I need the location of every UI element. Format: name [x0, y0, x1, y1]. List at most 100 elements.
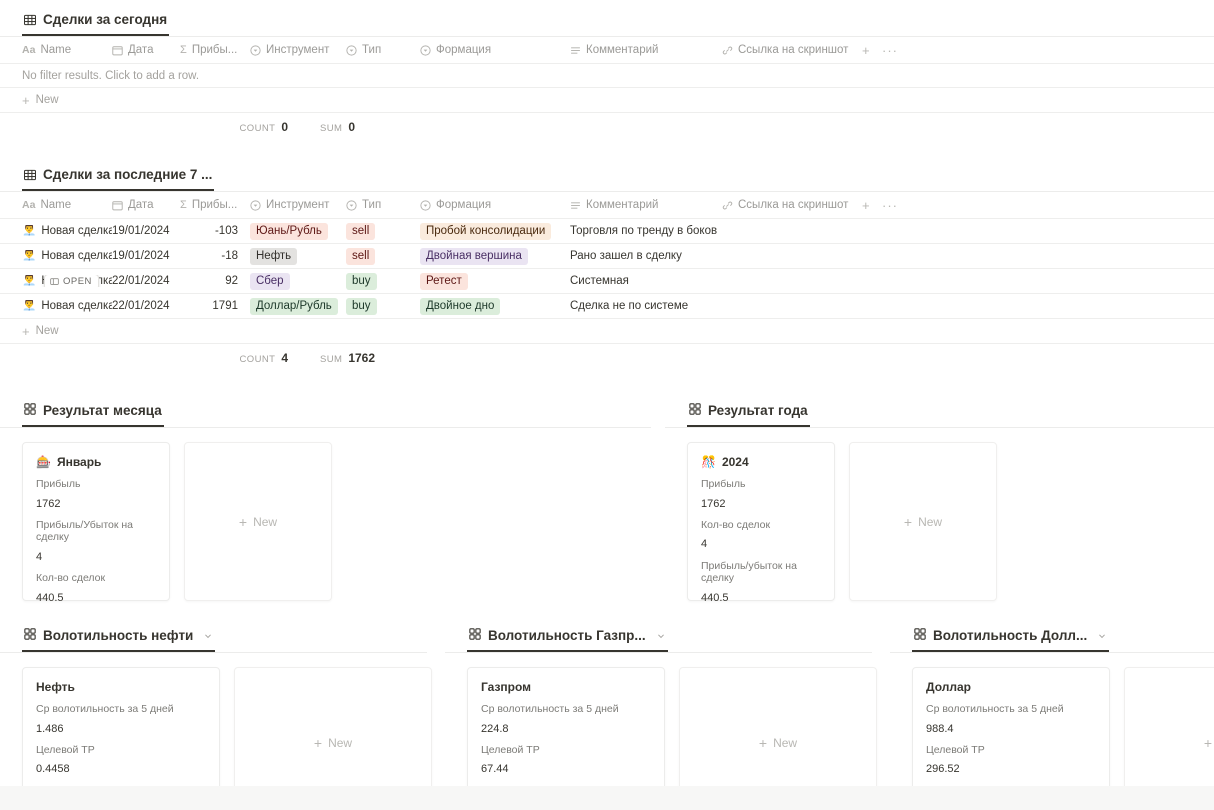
row-date[interactable]: 19/01/2024	[112, 225, 180, 237]
row-name-cell[interactable]: 👨‍💼 Новая сделка	[0, 250, 112, 262]
column-header-profit[interactable]: Σ Прибы...	[180, 44, 250, 56]
column-label: Формация	[436, 44, 492, 56]
column-label: Name	[40, 44, 72, 56]
confetti-emoji-icon: 🎊	[701, 455, 716, 469]
column-header-type[interactable]: Тип	[346, 44, 420, 56]
column-header-comment[interactable]: Комментарий	[570, 199, 722, 211]
column-header-comment[interactable]: Комментарий	[570, 44, 722, 56]
slot-machine-emoji-icon: 🎰	[36, 455, 51, 469]
row-formation[interactable]: Двойная вершина	[420, 247, 570, 265]
add-column-button[interactable]: +	[862, 43, 882, 58]
row-name-cell[interactable]: 👨‍💼 Новая сделка OPEN	[0, 275, 112, 287]
row-instrument[interactable]: Сбер	[250, 272, 346, 290]
result-galleries-row: Результат месяца 🎰 Январь Прибыль 1762 П…	[0, 400, 1214, 604]
table-row[interactable]: 👨‍💼 Новая сделка 22/01/2024 1791 Доллар/…	[0, 294, 1214, 319]
sigma-icon: Σ	[180, 44, 187, 56]
column-header-screenshot-link[interactable]: Ссылка на скриншот	[722, 199, 862, 211]
column-header-instrument[interactable]: Инструмент	[250, 44, 346, 56]
week-new-row-button[interactable]: + New	[0, 319, 1214, 344]
row-instrument[interactable]: Доллар/Рубль	[250, 297, 346, 315]
column-header-name[interactable]: Aa Name	[0, 44, 112, 56]
aggregate-sum[interactable]: SUM 1762	[320, 351, 375, 365]
chevron-down-icon[interactable]	[656, 631, 666, 641]
aggregate-label: COUNT	[239, 354, 276, 365]
chevron-down-icon[interactable]	[1097, 631, 1107, 641]
today-empty-row[interactable]: No filter results. Click to add a row.	[0, 64, 1214, 88]
year-new-card-button[interactable]: + New	[849, 442, 997, 601]
tab-volatility-gazprom[interactable]: Волотильность Газпр...	[467, 625, 668, 652]
row-date[interactable]: 22/01/2024	[112, 275, 180, 287]
row-formation[interactable]: Пробой консолидации	[420, 222, 570, 240]
table-row[interactable]: 👨‍💼 Новая сделка OPEN 22/01/2024 92 Сбер…	[0, 269, 1214, 294]
row-profit[interactable]: 1791	[180, 300, 250, 312]
row-comment[interactable]: Системная	[570, 275, 722, 287]
column-header-instrument[interactable]: Инструмент	[250, 199, 346, 211]
tab-volatility-oil[interactable]: Волотильность нефти	[22, 625, 216, 652]
chevron-down-icon[interactable]	[203, 631, 213, 641]
new-label: New	[35, 325, 59, 337]
tab-today-deals[interactable]: Сделки за сегодня	[22, 8, 170, 36]
table-row[interactable]: 👨‍💼 Новая сделка 19/01/2024 -18 Нефть se…	[0, 244, 1214, 269]
add-column-button[interactable]: +	[862, 198, 882, 213]
row-comment[interactable]: Сделка не по системе	[570, 300, 722, 312]
person-emoji-icon: 👨‍💼	[22, 275, 37, 287]
month-new-card-button[interactable]: + New	[184, 442, 332, 601]
row-name-cell[interactable]: 👨‍💼 Новая сделка	[0, 300, 112, 312]
today-new-row-button[interactable]: + New	[0, 88, 1214, 113]
column-header-profit[interactable]: Σ Прибы...	[180, 199, 250, 211]
row-type[interactable]: sell	[346, 247, 420, 265]
tab-year-result[interactable]: Результат года	[687, 400, 810, 427]
tab-volatility-dollar[interactable]: Волотильность Долл...	[912, 625, 1110, 652]
table-options-button[interactable]: ···	[882, 198, 906, 213]
card-property-label: Целевой TP	[926, 743, 985, 756]
aggregate-count[interactable]: COUNT 0	[180, 120, 288, 134]
row-date[interactable]: 22/01/2024	[112, 300, 180, 312]
card-property-value: 440.5	[36, 591, 64, 604]
instrument-tag: Юань/Рубль	[250, 222, 328, 240]
card-property-label: Ср волотильность за 5 дней	[926, 703, 1064, 715]
column-header-date[interactable]: Дата	[112, 44, 180, 56]
row-instrument[interactable]: Нефть	[250, 247, 346, 265]
tab-week-deals[interactable]: Сделки за последние 7 ...	[22, 163, 215, 191]
row-formation[interactable]: Двойное дно	[420, 297, 570, 315]
table-options-button[interactable]: ···	[882, 43, 906, 58]
row-instrument[interactable]: Юань/Рубль	[250, 222, 346, 240]
row-profit[interactable]: -18	[180, 250, 250, 262]
row-type[interactable]: sell	[346, 222, 420, 240]
year-gallery: Результат года 🎊 2024 Прибыль 1762 Кол-в…	[665, 400, 1214, 604]
column-header-date[interactable]: Дата	[112, 199, 180, 211]
column-header-screenshot-link[interactable]: Ссылка на скриншот	[722, 44, 862, 56]
column-header-type[interactable]: Тип	[346, 199, 420, 211]
tab-month-result[interactable]: Результат месяца	[22, 400, 164, 427]
row-date[interactable]: 19/01/2024	[112, 250, 180, 262]
row-type[interactable]: buy	[346, 272, 420, 290]
card-property-value: 1.486	[36, 722, 64, 735]
tab-label: Волотильность нефти	[43, 628, 194, 643]
new-label: New	[328, 736, 353, 750]
row-comment[interactable]: Торговля по тренду в боков	[570, 225, 722, 237]
volatility-oil-tab-bar: Волотильность нефти	[0, 625, 445, 652]
column-header-formation[interactable]: Формация	[420, 199, 570, 211]
open-row-button[interactable]: OPEN	[44, 275, 99, 287]
row-title: Новая сделка	[41, 250, 112, 262]
gallery-icon	[24, 403, 36, 418]
aggregate-value: 0	[348, 120, 355, 134]
gallery-card[interactable]: 🎰 Январь Прибыль 1762 Прибыль/Убыток на …	[22, 442, 170, 604]
gallery-card[interactable]: 🎊 2024 Прибыль 1762 Кол-во сделок 4 Приб…	[687, 442, 835, 604]
card-title-row: 🎊 2024	[701, 455, 821, 469]
table-row[interactable]: 👨‍💼 Новая сделка 19/01/2024 -103 Юань/Ру…	[0, 219, 1214, 244]
column-header-formation[interactable]: Формация	[420, 44, 570, 56]
month-cards: 🎰 Январь Прибыль 1762 Прибыль/Убыток на …	[0, 428, 665, 604]
column-header-name[interactable]: Aa Name	[0, 199, 112, 211]
aggregate-count[interactable]: COUNT 4	[180, 351, 288, 365]
row-type[interactable]: buy	[346, 297, 420, 315]
card-property-value: 440.5	[701, 591, 729, 604]
aggregate-sum[interactable]: SUM 0	[320, 120, 355, 134]
row-formation[interactable]: Ретест	[420, 272, 570, 290]
row-profit[interactable]: 92	[180, 275, 250, 287]
row-profit[interactable]: -103	[180, 225, 250, 237]
row-comment[interactable]: Рано зашел в сделку	[570, 250, 722, 262]
row-name-cell[interactable]: 👨‍💼 Новая сделка	[0, 225, 112, 237]
person-emoji-icon: 👨‍💼	[22, 250, 37, 262]
select-icon	[420, 44, 431, 56]
